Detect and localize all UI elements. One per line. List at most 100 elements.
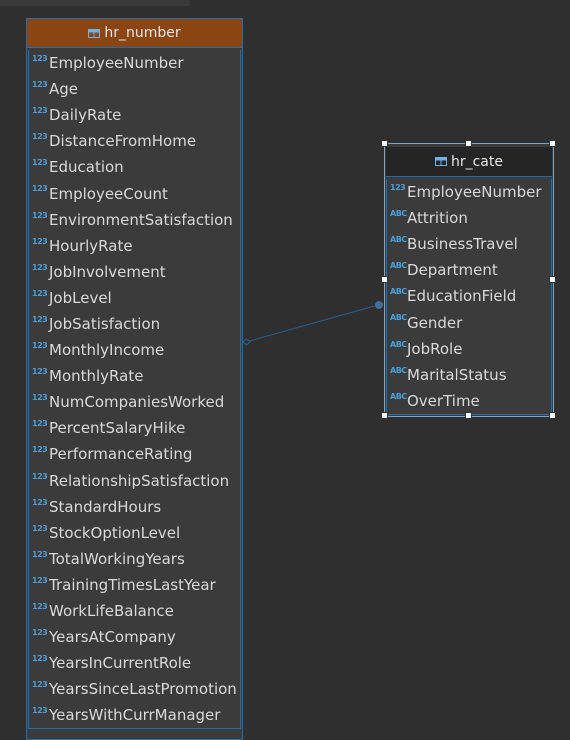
attribute-row[interactable]: 123 MonthlyIncome (29, 337, 240, 363)
resize-handle-bottom-center[interactable] (465, 412, 472, 419)
attribute-name: JobLevel (49, 288, 112, 307)
table-icon (434, 157, 447, 166)
attribute-row[interactable]: 123 HourlyRate (29, 233, 240, 259)
attribute-row[interactable]: ABC BusinessTravel (387, 231, 551, 257)
attribute-name: NumCompaniesWorked (49, 393, 225, 412)
attribute-row[interactable]: 123 MonthlyRate (29, 363, 240, 389)
numeric-type-icon: 123 (32, 288, 48, 298)
attribute-row[interactable]: 123 DistanceFromHome (29, 128, 240, 154)
numeric-type-icon: 123 (32, 419, 48, 429)
attribute-name: Age (49, 80, 79, 99)
attribute-name: Gender (407, 313, 463, 332)
numeric-type-icon: 123 (32, 314, 48, 324)
attribute-name: OverTime (407, 391, 480, 410)
attribute-name: EnvironmentSatisfaction (49, 210, 233, 229)
resize-handle-middle-right[interactable] (549, 276, 556, 283)
attribute-row[interactable]: 123 YearsInCurrentRole (29, 650, 240, 676)
attribute-name: JobInvolvement (49, 262, 166, 281)
numeric-type-icon: 123 (32, 523, 48, 533)
attribute-row[interactable]: 123 RelationshipSatisfaction (29, 468, 240, 494)
attribute-name: TotalWorkingYears (49, 549, 185, 568)
attribute-row[interactable]: ABC JobRole (387, 336, 551, 362)
entity-header-hr-number[interactable]: hr_number (27, 19, 242, 48)
connector-diamond-end (242, 338, 251, 346)
numeric-type-icon: 123 (32, 210, 48, 220)
entity-hr-number[interactable]: hr_number 123 EmployeeNumber 123 Age 123 Dail… (26, 18, 243, 740)
attribute-name: StandardHours (49, 497, 162, 516)
string-type-icon: ABC (390, 235, 407, 245)
attribute-name: EmployeeNumber (407, 183, 542, 202)
attribute-name: YearsInCurrentRole (49, 654, 192, 673)
attribute-row[interactable]: 123 DailyRate (29, 102, 240, 128)
numeric-type-icon: 123 (32, 54, 48, 63)
attribute-name: YearsAtCompany (49, 628, 176, 647)
attribute-name: PerformanceRating (49, 445, 193, 464)
numeric-type-icon: 123 (32, 341, 48, 351)
attribute-row[interactable]: 123 TrainingTimesLastYear (29, 572, 240, 598)
attribute-row[interactable]: ABC EducationField (387, 283, 551, 309)
numeric-type-icon: 123 (32, 549, 48, 559)
attribute-row[interactable]: 123 WorkLifeBalance (29, 598, 240, 624)
attribute-row[interactable]: 123 Age (29, 76, 240, 102)
numeric-type-icon: 123 (32, 497, 48, 507)
numeric-type-icon: 123 (32, 236, 48, 246)
resize-handle-top-center[interactable] (465, 140, 472, 147)
attribute-row[interactable]: 123 JobLevel (29, 285, 240, 311)
string-type-icon: ABC (390, 365, 407, 375)
numeric-type-icon: 123 (32, 575, 48, 585)
attribute-row[interactable]: 123 PerformanceRating (29, 441, 240, 467)
attribute-row[interactable]: 123 StockOptionLevel (29, 520, 240, 546)
numeric-type-icon: 123 (32, 80, 48, 90)
numeric-type-icon: 123 (32, 132, 48, 142)
attribute-row[interactable]: 123 EmployeeNumber (29, 50, 240, 76)
attribute-name: BusinessTravel (407, 235, 518, 254)
resize-handle-top-right[interactable] (549, 140, 556, 147)
attribute-name: MonthlyRate (49, 367, 144, 386)
attribute-row[interactable]: 123 Education (29, 154, 240, 180)
attribute-row[interactable]: ABC Gender (387, 309, 551, 335)
attribute-row[interactable]: ABC Department (387, 257, 551, 283)
numeric-type-icon: 123 (32, 184, 48, 194)
attribute-name: HourlyRate (49, 236, 133, 255)
attribute-row[interactable]: 123 YearsSinceLastPromotion (29, 676, 240, 702)
attribute-name: TrainingTimesLastYear (49, 575, 216, 594)
entity-title: hr_number (104, 25, 181, 41)
attribute-row[interactable]: 123 EmployeeCount (29, 180, 240, 206)
string-type-icon: ABC (390, 339, 407, 349)
attribute-name: Attrition (407, 209, 468, 228)
numeric-type-icon: 123 (32, 106, 48, 116)
string-type-icon: ABC (390, 261, 407, 271)
attribute-row[interactable]: 123 JobSatisfaction (29, 311, 240, 337)
resize-handle-bottom-left[interactable] (381, 412, 388, 419)
entity-hr-cate[interactable]: hr_cate 123 EmployeeNumber ABC Attrition ABC… (384, 143, 554, 417)
numeric-type-icon: 123 (32, 262, 48, 272)
attribute-list: 123 EmployeeNumber ABC Attrition ABC Business… (386, 179, 552, 415)
attribute-row[interactable]: 123 StandardHours (29, 494, 240, 520)
numeric-type-icon: 123 (32, 654, 48, 664)
entity-title: hr_cate (450, 153, 503, 170)
string-type-icon: ABC (390, 391, 407, 401)
attribute-row[interactable]: ABC MaritalStatus (387, 362, 551, 388)
resize-handle-middle-left[interactable] (381, 276, 388, 283)
attribute-row[interactable]: 123 EmployeeNumber (387, 179, 551, 205)
attribute-row[interactable]: 123 YearsAtCompany (29, 624, 240, 650)
attribute-name: EducationField (407, 287, 517, 306)
numeric-type-icon: 123 (32, 158, 48, 168)
attribute-row[interactable]: ABC OverTime (387, 388, 551, 414)
numeric-type-icon: 123 (32, 445, 48, 455)
attribute-row[interactable]: 123 PercentSalaryHike (29, 415, 240, 441)
resize-handle-bottom-right[interactable] (549, 412, 556, 419)
attribute-row[interactable]: 123 NumCompaniesWorked (29, 389, 240, 415)
resize-handle-top-left[interactable] (381, 140, 388, 147)
attribute-name: DailyRate (49, 106, 122, 125)
attribute-row[interactable]: 123 EnvironmentSatisfaction (29, 207, 240, 233)
connector-dot-end (375, 301, 383, 309)
attribute-row[interactable]: 123 TotalWorkingYears (29, 546, 240, 572)
numeric-type-icon: 123 (32, 628, 48, 638)
attribute-row[interactable]: 123 JobInvolvement (29, 259, 240, 285)
attribute-name: JobRole (407, 339, 463, 358)
attribute-row[interactable]: ABC Attrition (387, 205, 551, 231)
entity-header-hr-cate[interactable]: hr_cate (386, 147, 552, 177)
attribute-row[interactable]: 123 YearsWithCurrManager (29, 702, 240, 728)
attribute-name: MonthlyIncome (49, 341, 165, 360)
